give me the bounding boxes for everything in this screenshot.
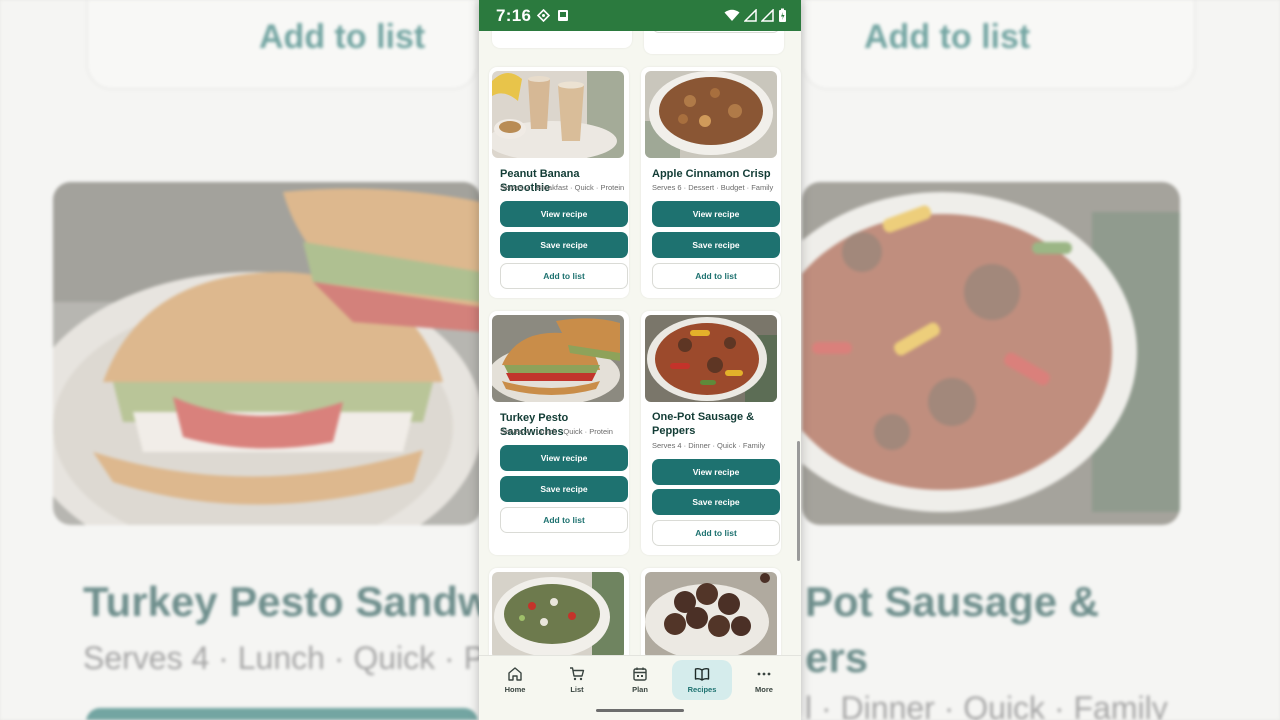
calendar-icon — [633, 667, 647, 681]
phone-screen: 7:16 Add to list — [479, 0, 801, 720]
recipe-list[interactable]: Add to list Peanut — [479, 31, 801, 655]
add-to-list-button[interactable] — [652, 31, 780, 33]
status-time: 7:16 — [496, 5, 532, 25]
recipe-meta: Serves 6 · Dessert · Budget · Family — [652, 183, 774, 192]
bottom-nav: Home List Plan Recipes More — [479, 655, 801, 705]
add-to-list-button[interactable]: Add to list — [652, 263, 780, 289]
scrollbar[interactable] — [797, 441, 800, 561]
nav-home-label: Home — [504, 685, 526, 694]
nav-recipes-label: Recipes — [687, 685, 717, 694]
recipe-card: Turkey Pesto Sandwiches Serves 4 · Lunch… — [489, 311, 629, 555]
wifi-icon — [724, 9, 740, 21]
view-recipe-button[interactable]: View recipe — [652, 459, 780, 485]
battery-icon — [779, 8, 786, 22]
recipe-card: Apple Cinnamon Crisp Serves 6 · Dessert … — [641, 67, 781, 298]
recipe-card-partial: Add to list — [492, 31, 632, 48]
diamond-icon — [537, 9, 551, 22]
recipe-meta: Serves 2 · Breakfast · Quick · Protein — [500, 183, 625, 192]
nav-plan-label: Plan — [632, 685, 648, 694]
add-to-list-button[interactable]: Add to list — [652, 520, 780, 546]
recipe-title: Apple Cinnamon Crisp — [652, 168, 771, 180]
cart-icon — [570, 667, 585, 681]
save-recipe-button[interactable]: Save recipe — [652, 232, 780, 258]
recipe-title: One-Pot Sausage & Peppers — [652, 411, 755, 437]
save-recipe-button[interactable]: Save recipe — [652, 489, 780, 515]
signal-2-icon — [761, 9, 774, 22]
add-to-list-button[interactable]: Add to list — [500, 507, 628, 533]
nav-list[interactable]: List — [547, 660, 607, 700]
recipe-meta: Serves 4 · Dinner · Quick · Family — [652, 441, 765, 450]
save-recipe-button[interactable]: Save recipe — [500, 476, 628, 502]
view-recipe-button[interactable]: View recipe — [652, 201, 780, 227]
gesture-bar[interactable] — [596, 709, 684, 712]
recipe-card: One-Pot Sausage & Peppers Serves 4 · Din… — [641, 311, 781, 555]
more-icon — [757, 672, 771, 676]
recipe-card: Peanut Banana Smoothie Serves 2 · Breakf… — [489, 67, 629, 298]
signal-icon — [744, 9, 757, 22]
nav-list-label: List — [570, 685, 584, 694]
save-recipe-button[interactable]: Save recipe — [500, 232, 628, 258]
apple-crisp-photo — [645, 71, 777, 158]
sandwich-photo — [492, 315, 624, 402]
nav-home[interactable]: Home — [485, 660, 545, 700]
energy-bites-photo — [645, 572, 777, 655]
book-icon — [694, 667, 710, 681]
device-icon — [558, 10, 569, 21]
status-bar: 7:16 — [479, 0, 801, 31]
salad-photo — [492, 572, 624, 655]
recipe-card-partial — [641, 568, 781, 655]
view-recipe-button[interactable]: View recipe — [500, 445, 628, 471]
nav-more[interactable]: More — [734, 660, 794, 700]
nav-recipes[interactable]: Recipes — [672, 660, 732, 700]
nav-plan[interactable]: Plan — [610, 660, 670, 700]
nav-more-label: More — [755, 685, 773, 694]
recipe-meta: Serves 4 · Lunch · Quick · Protein — [500, 427, 613, 436]
recipe-card-partial — [489, 568, 629, 655]
sausage-peppers-photo — [645, 315, 777, 402]
add-to-list-button[interactable]: Add to list — [500, 263, 628, 289]
view-recipe-button[interactable]: View recipe — [500, 201, 628, 227]
home-icon — [508, 667, 522, 681]
recipe-card-partial — [644, 31, 784, 54]
smoothie-photo — [492, 71, 624, 158]
